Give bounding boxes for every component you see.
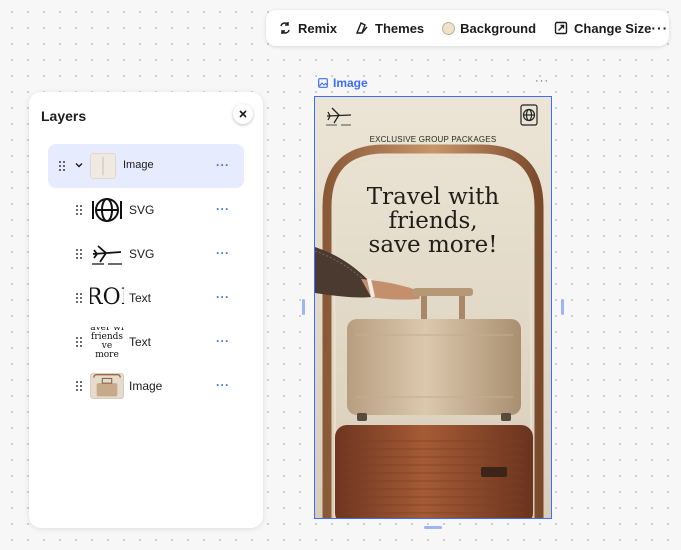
themes-label: Themes [375, 20, 425, 36]
layer-name: SVG [129, 203, 155, 217]
remix-button[interactable]: Remix [278, 14, 337, 42]
drag-handle-icon[interactable] [59, 161, 65, 171]
themes-icon [355, 22, 368, 34]
layer-more-button[interactable]: ··· [216, 334, 230, 348]
background-button[interactable]: Background [442, 14, 536, 42]
layer-more-button[interactable]: ··· [216, 290, 230, 304]
text-thumbnail: ROL [90, 285, 124, 310]
themes-button[interactable]: Themes [355, 14, 424, 42]
layer-row-svg-globe[interactable]: SVG ··· [48, 188, 244, 232]
resize-handle-left[interactable] [302, 299, 305, 315]
layer-more-button[interactable]: ··· [216, 158, 230, 172]
layer-more-button[interactable]: ··· [216, 378, 230, 392]
resize-handle-right[interactable] [561, 299, 564, 315]
drag-handle-icon[interactable] [76, 249, 82, 259]
globe-thumbnail-icon [90, 197, 124, 223]
layer-row-text-2[interactable]: aver wi friends ve more Text ··· [48, 320, 244, 364]
layer-name: Text [129, 291, 152, 305]
background-swatch [442, 21, 456, 35]
layer-row-image-suitcase[interactable]: Image ··· [48, 364, 244, 408]
more-options-button[interactable]: ··· [651, 20, 668, 36]
remix-label: Remix [298, 20, 338, 36]
layer-more-button[interactable]: ··· [216, 246, 230, 260]
remix-icon [280, 22, 290, 34]
layer-name: Image [129, 379, 163, 393]
text-thumbnail: aver wi friends ve more [90, 327, 124, 357]
canvas-more-button[interactable]: ··· [535, 75, 549, 87]
suitcase-thumbnail [90, 373, 124, 399]
resize-icon [554, 21, 568, 35]
layer-thumbnail [90, 153, 116, 179]
close-icon [239, 110, 247, 118]
layer-name: Image [123, 159, 154, 171]
top-toolbar: Remix Themes Background Change Size ··· [266, 10, 669, 46]
chevron-down-icon[interactable] [74, 160, 84, 170]
drag-handle-icon[interactable] [76, 337, 82, 347]
poster-headline: Travel with friends, save more! [366, 184, 500, 258]
drag-handle-icon[interactable] [76, 293, 82, 303]
close-panel-button[interactable] [233, 104, 253, 124]
layer-row-svg-plane[interactable]: SVG ··· [48, 232, 244, 276]
poster-artboard[interactable]: EXCLUSIVE GROUP PACKAGES Travel with fri… [314, 96, 552, 519]
layer-name: SVG [129, 247, 155, 261]
poster-artwork [315, 97, 551, 518]
layer-row-image[interactable]: Image ··· [48, 144, 244, 188]
resize-handle-bottom[interactable] [424, 526, 442, 529]
drag-handle-icon[interactable] [76, 205, 82, 215]
poster-caption: EXCLUSIVE GROUP PACKAGES [369, 135, 497, 144]
selection-label-text: Image [333, 76, 368, 90]
layer-row-text-1[interactable]: ROL Text ··· [48, 276, 244, 320]
change-size-label: Change Size [574, 20, 652, 36]
layers-panel: Layers Image ··· SVG ··· SVG ··· ROL [29, 92, 263, 528]
selection-label[interactable]: Image [318, 76, 368, 90]
drag-handle-icon[interactable] [76, 381, 82, 391]
layers-panel-title: Layers [41, 108, 87, 124]
change-size-button[interactable]: Change Size [554, 14, 651, 42]
image-icon [318, 78, 328, 88]
background-label: Background [460, 20, 537, 36]
layer-more-button[interactable]: ··· [216, 202, 230, 216]
plane-thumbnail-icon [90, 241, 124, 267]
layer-name: Text [129, 335, 152, 349]
